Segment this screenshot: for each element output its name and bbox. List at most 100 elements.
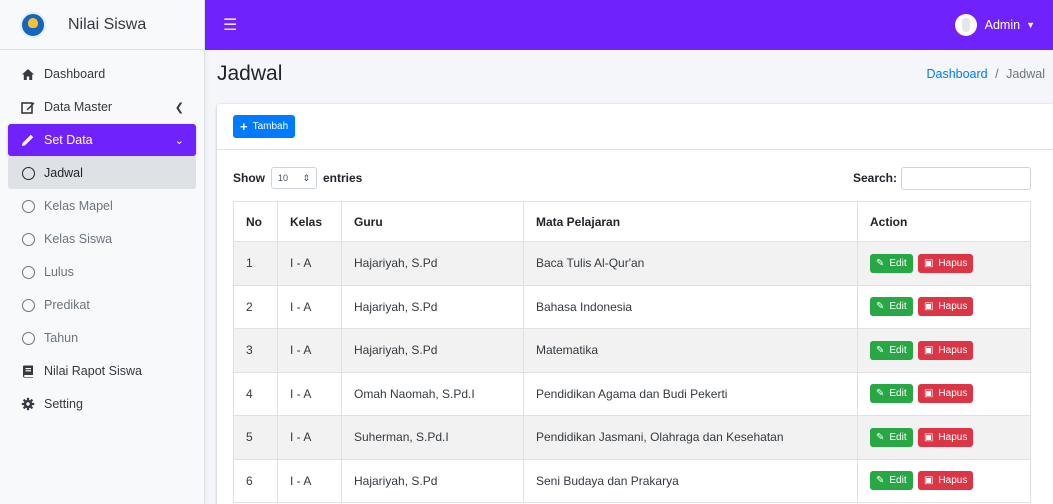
edit-button[interactable]: ✎ Edit <box>870 340 913 360</box>
caret-down-icon: ▼ <box>1026 20 1035 30</box>
edit-button[interactable]: ✎ Edit <box>870 384 913 404</box>
logo-icon <box>20 11 46 38</box>
page-title: Jadwal <box>217 62 283 85</box>
sidebar-item-data-master[interactable]: Data Master ❮ <box>8 91 196 123</box>
table-header-row: No Kelas Guru Mata Pelajaran Action <box>233 201 1031 242</box>
sidebar-item-jadwal[interactable]: Jadwal <box>8 157 196 189</box>
sidebar-item-label: Data Master <box>44 100 113 114</box>
breadcrumb: Dashboard / Jadwal <box>926 67 1045 81</box>
sidebar-item-lulus[interactable]: Lulus <box>8 256 196 288</box>
cell-guru: Hajariyah, S.Pd <box>341 284 524 329</box>
sidebar-item-label: Dashboard <box>44 67 106 81</box>
cell-action: ✎ Edit ▣ Hapus <box>857 284 1031 329</box>
edit-button-label: Edit <box>889 344 907 356</box>
cell-kelas: I - A <box>277 371 342 416</box>
breadcrumb-link-dashboard[interactable]: Dashboard <box>926 67 987 81</box>
brand[interactable]: Nilai Siswa <box>0 0 204 50</box>
circle-icon <box>20 199 36 213</box>
cell-action: ✎ Edit ▣ Hapus <box>857 415 1031 460</box>
menu-toggle-icon[interactable]: ☰ <box>223 15 237 35</box>
delete-button-label: Hapus <box>938 344 968 356</box>
edit-icon: ✎ <box>876 257 885 269</box>
sidebar-item-label: Jadwal <box>44 166 83 180</box>
delete-button[interactable]: ▣ Hapus <box>917 471 974 491</box>
delete-button-label: Hapus <box>938 475 968 487</box>
chevron-down-icon: ⌄ <box>174 134 184 147</box>
sidebar-item-tahun[interactable]: Tahun <box>8 322 196 354</box>
edit-button-label: Edit <box>889 431 907 443</box>
column-header-mata-pelajaran[interactable]: Mata Pelajaran <box>523 201 858 242</box>
table-row: 2 I - A Hajariyah, S.Pd Bahasa Indonesia… <box>233 284 1031 329</box>
search-label: Search: <box>852 171 897 185</box>
cell-guru: Hajariyah, S.Pd <box>341 458 524 503</box>
cell-action: ✎ Edit ▣ Hapus <box>857 241 1031 286</box>
column-header-kelas[interactable]: Kelas <box>277 201 342 242</box>
column-header-no[interactable]: No <box>233 201 278 242</box>
sidebar-item-kelas-siswa[interactable]: Kelas Siswa <box>8 223 196 255</box>
cell-kelas: I - A <box>277 415 342 460</box>
delete-button[interactable]: ▣ Hapus <box>917 427 974 447</box>
edit-button[interactable]: ✎ Edit <box>870 253 913 273</box>
sidebar-item-label: Tahun <box>44 331 79 345</box>
sidebar-item-predikat[interactable]: Predikat <box>8 289 196 321</box>
edit-button-label: Edit <box>889 257 907 269</box>
card-header: + Tambah <box>217 104 1053 150</box>
book-icon <box>20 365 36 378</box>
gear-icon <box>20 397 36 411</box>
entries-select[interactable]: 10 ⇕ <box>271 167 317 189</box>
cell-kelas: I - A <box>277 241 342 286</box>
breadcrumb-separator: / <box>995 67 999 81</box>
chevron-left-icon: ❮ <box>174 101 184 114</box>
cell-no: 1 <box>233 241 278 286</box>
cell-no: 6 <box>233 458 278 503</box>
user-menu[interactable]: Admin ▼ <box>954 14 1035 36</box>
cell-no: 4 <box>233 371 278 416</box>
sidebar-item-nilai-rapot-siswa[interactable]: Nilai Rapot Siswa <box>8 355 196 387</box>
sidebar-item-dashboard[interactable]: Dashboard <box>8 58 196 90</box>
table-controls: Show 10 ⇕ entries Search: <box>233 166 1031 190</box>
entries-value: 10 <box>278 173 289 183</box>
circle-icon <box>20 166 36 180</box>
avatar <box>954 14 977 36</box>
cell-guru: Hajariyah, S.Pd <box>341 328 524 373</box>
add-button[interactable]: + Tambah <box>233 115 296 138</box>
cell-no: 5 <box>233 415 278 460</box>
edit-icon <box>20 101 36 114</box>
delete-button-label: Hapus <box>938 431 968 443</box>
cell-no: 3 <box>233 328 278 373</box>
sidebar-item-label: Predikat <box>44 298 90 312</box>
circle-icon <box>20 265 36 279</box>
trash-icon: ▣ <box>923 344 934 356</box>
table-row: 6 I - A Hajariyah, S.Pd Seni Budaya dan … <box>233 458 1031 503</box>
show-label: Show <box>233 171 265 185</box>
delete-button[interactable]: ▣ Hapus <box>917 340 974 360</box>
search-input[interactable] <box>901 166 1031 190</box>
circle-icon <box>20 331 36 345</box>
edit-button[interactable]: ✎ Edit <box>870 427 913 447</box>
sidebar-nav: Dashboard Data Master ❮ Set Data ⌄ Jadwa… <box>0 50 204 420</box>
topbar: ☰ Admin ▼ <box>205 0 1053 50</box>
column-header-action: Action <box>857 201 1031 242</box>
plus-icon: + <box>240 119 248 134</box>
circle-icon <box>20 232 36 246</box>
cell-kelas: I - A <box>277 458 342 503</box>
delete-button[interactable]: ▣ Hapus <box>917 297 974 317</box>
trash-icon: ▣ <box>923 301 934 313</box>
cell-action: ✎ Edit ▣ Hapus <box>857 458 1031 503</box>
trash-icon: ▣ <box>923 388 934 400</box>
column-header-guru[interactable]: Guru <box>341 201 524 242</box>
sidebar-item-kelas-mapel[interactable]: Kelas Mapel <box>8 190 196 222</box>
delete-button[interactable]: ▣ Hapus <box>917 384 974 404</box>
trash-icon: ▣ <box>923 431 934 443</box>
delete-button-label: Hapus <box>938 257 968 269</box>
user-name: Admin <box>984 18 1021 32</box>
pencil-icon <box>20 134 36 147</box>
cell-mapel: Matematika <box>523 328 858 373</box>
entries-label: entries <box>323 171 363 185</box>
edit-button[interactable]: ✎ Edit <box>870 471 913 491</box>
sidebar-item-set-data[interactable]: Set Data ⌄ <box>8 124 196 156</box>
delete-button[interactable]: ▣ Hapus <box>917 253 974 273</box>
sidebar-item-setting[interactable]: Setting <box>8 388 196 420</box>
edit-button[interactable]: ✎ Edit <box>870 297 913 317</box>
jadwal-card: + Tambah Show 10 ⇕ entries Search: No Ke… <box>217 104 1053 504</box>
